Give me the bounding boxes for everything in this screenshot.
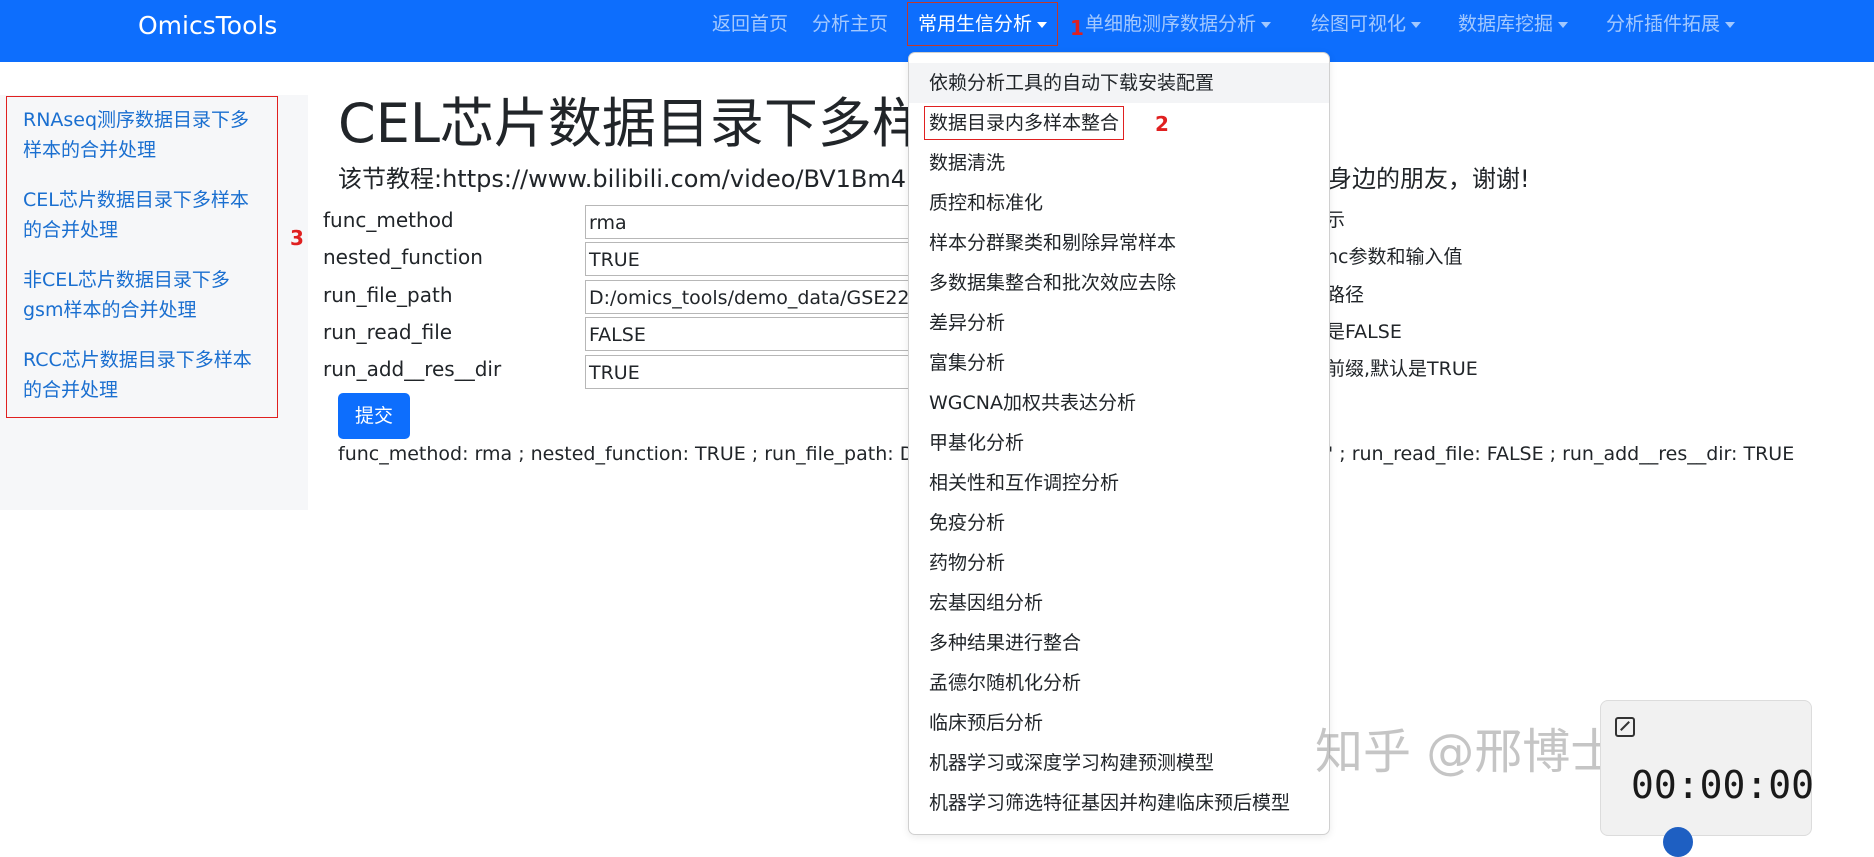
menu-item-result-integration[interactable]: 多种结果进行整合 xyxy=(909,623,1329,663)
nav-item-label: 单细胞测序数据分析 xyxy=(1085,13,1257,35)
param-input-run-add-res-dir[interactable]: TRUE xyxy=(585,355,915,389)
annotation-3: 3 xyxy=(290,226,304,250)
chevron-down-icon xyxy=(1411,21,1422,28)
menu-item-methylation[interactable]: 甲基化分析 xyxy=(909,423,1329,463)
param-note-run-read-file: 是FALSE xyxy=(1326,321,1402,343)
menu-item-drug[interactable]: 药物分析 xyxy=(909,543,1329,583)
menu-item-correlation[interactable]: 相关性和互作调控分析 xyxy=(909,463,1329,503)
record-button[interactable] xyxy=(1663,827,1693,857)
sidebar: RNAseq测序数据目录下多样本的合并处理 CEL芯片数据目录下多样本的合并处理… xyxy=(6,96,278,418)
annotation-2: 2 xyxy=(1155,112,1169,136)
param-note-nested-function: nc参数和输入值 xyxy=(1326,246,1463,268)
nav-item-label: 分析主页 xyxy=(812,13,889,35)
param-note-run-file-path: 路径 xyxy=(1326,284,1365,306)
timer-display: 00:00:00 xyxy=(1631,763,1815,807)
menu-item-differential[interactable]: 差异分析 xyxy=(909,303,1329,343)
menu-item-wgcna[interactable]: WGCNA加权共表达分析 xyxy=(909,383,1329,423)
menu-item-label: 数据目录内多样本整合 xyxy=(924,106,1125,140)
menu-item-batch-effect[interactable]: 多数据集整合和批次效应去除 xyxy=(909,263,1329,303)
submit-button[interactable]: 提交 xyxy=(338,393,410,439)
brand-logo[interactable]: OmicsTools xyxy=(138,8,277,44)
param-input-func-method[interactable]: rma xyxy=(585,205,915,239)
menu-item-multi-sample-merge[interactable]: 数据目录内多样本整合 xyxy=(909,103,1329,143)
nav-item-home[interactable]: 返回首页 xyxy=(712,6,788,42)
nav-item-label: 数据库挖掘 xyxy=(1458,13,1554,35)
nav-item-analysis-home[interactable]: 分析主页 xyxy=(812,6,888,42)
result-summary: func_method: rma ; nested_function: TRUE… xyxy=(338,443,915,465)
tutorial-text-tail: 身边的朋友，谢谢! xyxy=(1328,165,1530,193)
menu-item-prognosis[interactable]: 临床预后分析 xyxy=(909,703,1329,743)
sidebar-item-rcc-merge[interactable]: RCC芯片数据目录下多样本的合并处理 xyxy=(23,345,263,405)
menu-item-dependency-install[interactable]: 依赖分析工具的自动下载安装配置 xyxy=(909,63,1329,103)
nav-item-label: 分析插件拓展 xyxy=(1606,13,1721,35)
menu-item-mendelian[interactable]: 孟德尔随机化分析 xyxy=(909,663,1329,703)
dropdown-menu-common-bioinfo: 依赖分析工具的自动下载安装配置 数据目录内多样本整合 数据清洗 质控和标准化 样… xyxy=(908,52,1330,835)
result-summary-tail: ' ; run_read_file: FALSE ; run_add__res_… xyxy=(1328,443,1795,465)
nav-item-common-bioinfo[interactable]: 常用生信分析 xyxy=(907,2,1059,46)
nav-item-plugin-extension[interactable]: 分析插件拓展 xyxy=(1606,6,1736,42)
chevron-down-icon xyxy=(1558,21,1569,28)
menu-item-ml-feature-selection[interactable]: 机器学习筛选特征基因并构建临床预后模型 xyxy=(909,783,1329,823)
param-label-nested-function: nested_function xyxy=(323,245,483,269)
param-label-run-add-res-dir: run_add__res__dir xyxy=(323,357,502,381)
timer-widget: 00:00:00 xyxy=(1600,700,1815,857)
nav-item-single-cell[interactable]: 单细胞测序数据分析 xyxy=(1085,6,1272,42)
chevron-down-icon xyxy=(1725,21,1736,28)
param-label-func-method: func_method xyxy=(323,208,454,232)
param-label-run-file-path: run_file_path xyxy=(323,283,453,307)
param-label-run-read-file: run_read_file xyxy=(323,320,453,344)
menu-item-data-cleaning[interactable]: 数据清洗 xyxy=(909,143,1329,183)
nav-item-label: 返回首页 xyxy=(712,13,789,35)
chevron-down-icon xyxy=(1261,21,1272,28)
menu-item-qc-normalization[interactable]: 质控和标准化 xyxy=(909,183,1329,223)
param-input-run-read-file[interactable]: FALSE xyxy=(585,317,915,351)
expand-icon[interactable] xyxy=(1615,717,1635,737)
sidebar-item-rnaseq-merge[interactable]: RNAseq测序数据目录下多样本的合并处理 xyxy=(23,105,263,165)
nav-item-label: 绘图可视化 xyxy=(1311,13,1407,35)
nav-item-visualization[interactable]: 绘图可视化 xyxy=(1311,6,1422,42)
menu-item-enrichment[interactable]: 富集分析 xyxy=(909,343,1329,383)
sidebar-item-cel-merge[interactable]: CEL芯片数据目录下多样本的合并处理 xyxy=(23,185,263,245)
param-note-run-add-res-dir: 前缀,默认是TRUE xyxy=(1326,358,1478,380)
page-title: CEL芯片数据目录下多样本 xyxy=(338,92,980,155)
tutorial-link-text: 该节教程:https://www.bilibili.com/video/BV1B… xyxy=(338,165,907,193)
menu-item-immune[interactable]: 免疫分析 xyxy=(909,503,1329,543)
param-input-nested-function[interactable]: TRUE xyxy=(585,242,915,276)
menu-item-ml-prediction[interactable]: 机器学习或深度学习构建预测模型 xyxy=(909,743,1329,783)
menu-item-sample-clustering[interactable]: 样本分群聚类和剔除异常样本 xyxy=(909,223,1329,263)
sidebar-item-non-cel-merge[interactable]: 非CEL芯片数据目录下多gsm样本的合并处理 xyxy=(23,265,263,325)
param-input-run-file-path[interactable]: D:/omics_tools/demo_data/GSE22 xyxy=(585,280,915,314)
nav-item-label: 常用生信分析 xyxy=(918,13,1033,35)
menu-item-metagenome[interactable]: 宏基因组分析 xyxy=(909,583,1329,623)
chevron-down-icon xyxy=(1037,21,1048,28)
nav-item-database-mining[interactable]: 数据库挖掘 xyxy=(1458,6,1569,42)
annotation-1: 1 xyxy=(1070,16,1084,40)
